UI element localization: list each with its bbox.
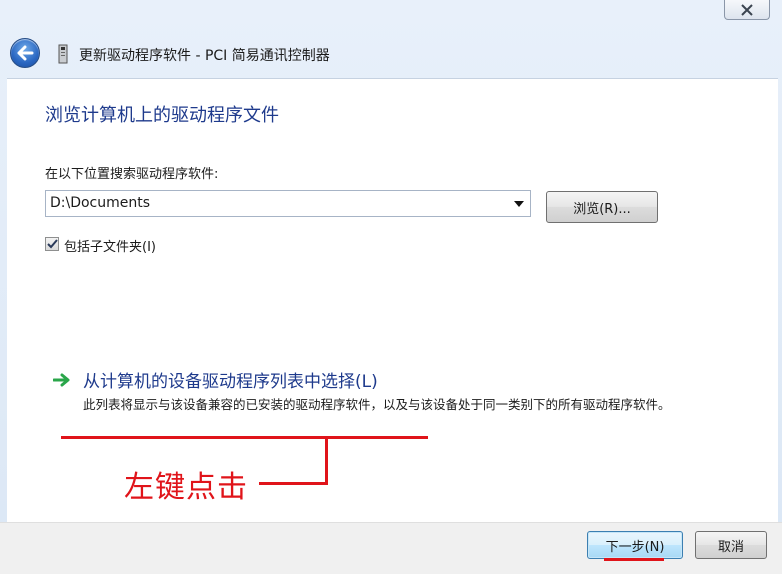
back-arrow-icon xyxy=(17,45,34,61)
annotation-connector-horizontal xyxy=(259,482,328,485)
dropdown-arrow-icon[interactable] xyxy=(514,201,524,207)
pick-from-list-description: 此列表将显示与该设备兼容的已安装的驱动程序软件，以及与该设备处于同一类别下的所有… xyxy=(83,397,671,412)
search-location-label: 在以下位置搜索驱动程序软件: xyxy=(45,167,219,182)
back-button[interactable] xyxy=(10,38,40,68)
device-icon xyxy=(58,44,68,64)
content-panel: 浏览计算机上的驱动程序文件 在以下位置搜索驱动程序软件: D:\Document… xyxy=(7,78,778,522)
checkmark-icon xyxy=(46,239,58,249)
annotation-text: 左键点击 xyxy=(124,470,248,505)
green-arrow-icon xyxy=(53,373,70,387)
cancel-button[interactable]: 取消 xyxy=(695,531,767,559)
path-value: D:\Documents xyxy=(50,195,151,211)
next-button-annotation-underline xyxy=(604,558,664,561)
close-icon xyxy=(741,3,753,16)
navigation-bar: 更新驱动程序软件 - PCI 简易通讯控制器 xyxy=(0,32,782,76)
browse-button[interactable]: 浏览(R)... xyxy=(546,191,658,223)
window-frame: 更新驱动程序软件 - PCI 简易通讯控制器 浏览计算机上的驱动程序文件 在以下… xyxy=(0,0,782,574)
close-button[interactable] xyxy=(724,0,770,20)
annotation-connector-vertical xyxy=(325,439,328,485)
path-combobox[interactable]: D:\Documents xyxy=(45,190,531,217)
include-subfolders-checkbox[interactable] xyxy=(45,237,59,251)
page-heading: 浏览计算机上的驱动程序文件 xyxy=(45,105,279,126)
include-subfolders-label[interactable]: 包括子文件夹(I) xyxy=(64,236,156,255)
next-button[interactable]: 下一步(N) xyxy=(587,531,683,559)
window-title: 更新驱动程序软件 - PCI 简易通讯控制器 xyxy=(79,48,330,64)
pick-from-list-link[interactable]: 从计算机的设备驱动程序列表中选择(L) xyxy=(83,367,378,392)
annotation-underline xyxy=(61,436,428,439)
